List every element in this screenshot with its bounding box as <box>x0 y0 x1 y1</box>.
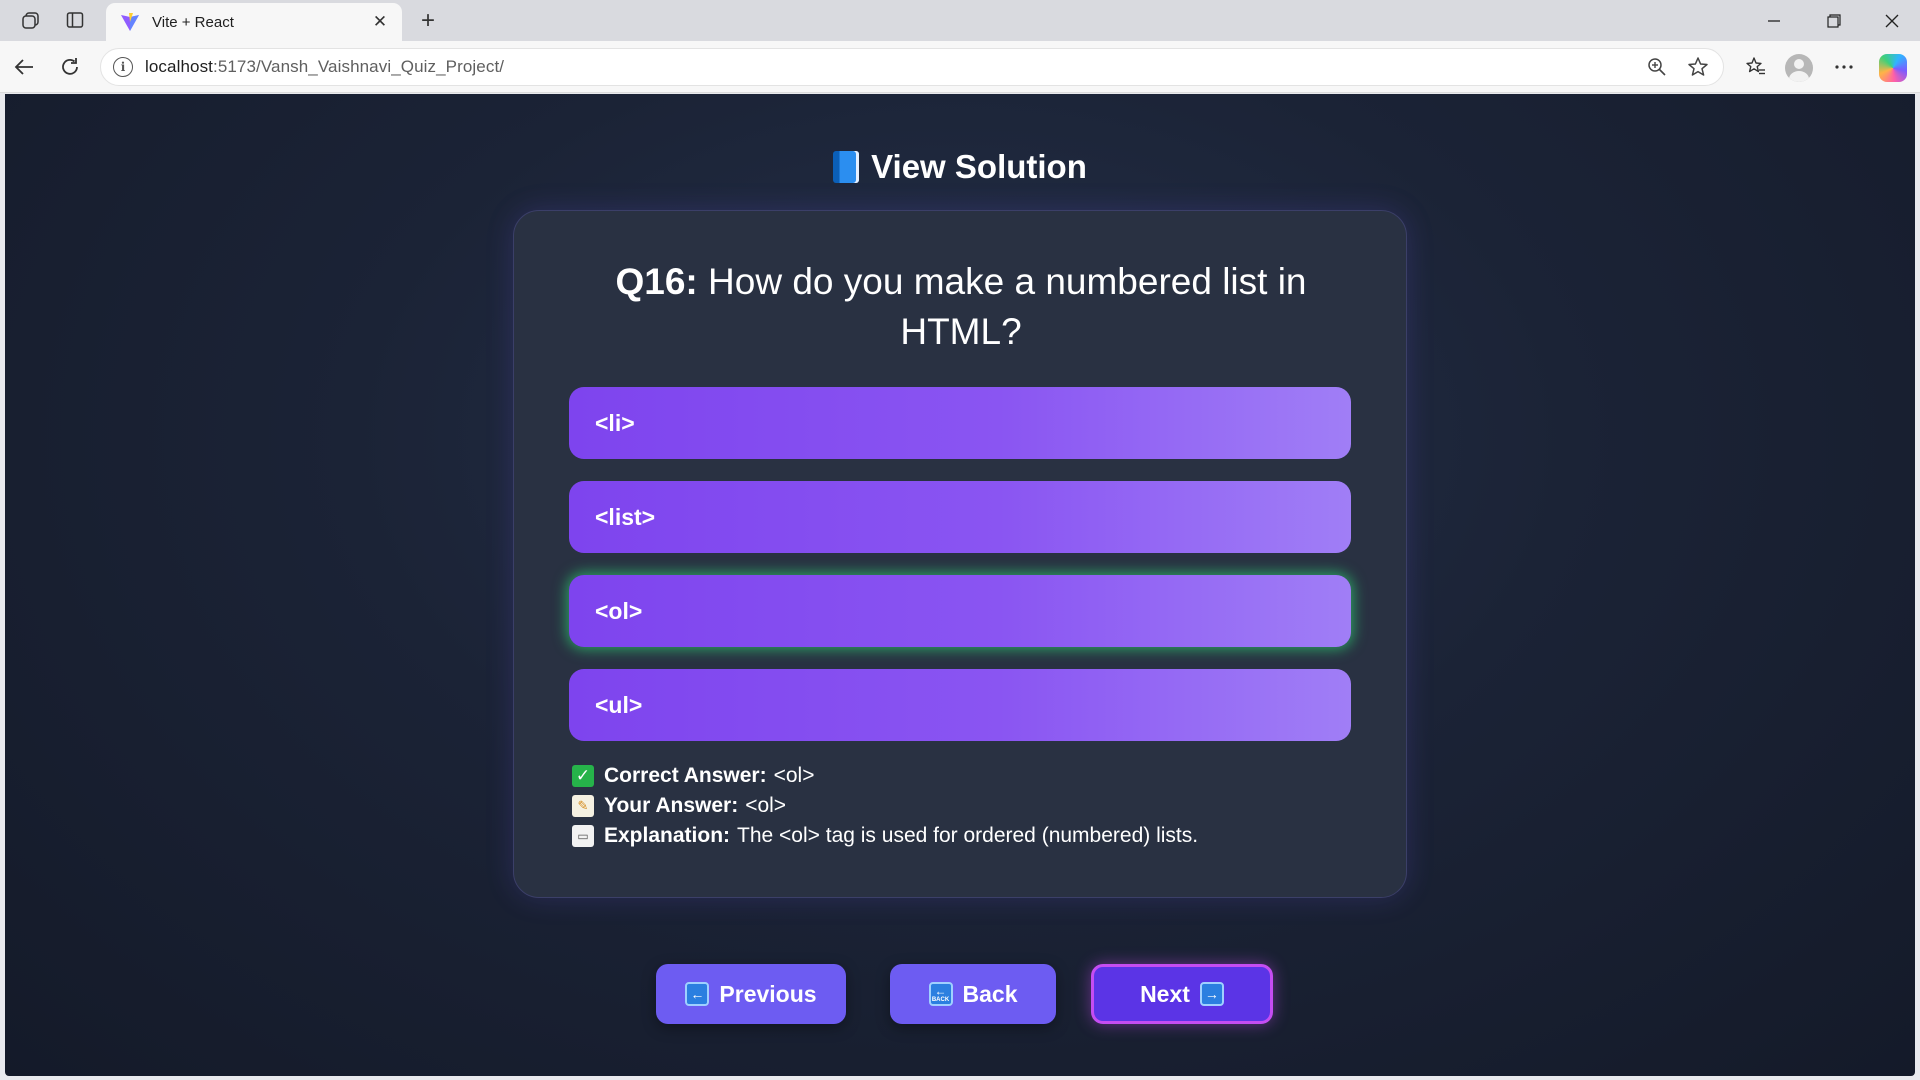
option-4[interactable]: <ul> <box>569 669 1351 741</box>
explanation-label: Explanation: <box>604 824 731 847</box>
explanation-row: ▭ Explanation: The <ol> tag is used for … <box>572 821 1198 851</box>
close-tab-icon[interactable]: ✕ <box>370 12 390 32</box>
open-book-icon: ▭ <box>572 825 594 847</box>
option-3-correct[interactable]: <ol> <box>569 575 1351 647</box>
option-label: <list> <box>595 503 656 530</box>
vite-logo-icon <box>120 12 140 32</box>
question-number: Q16: <box>615 261 698 302</box>
previous-label: Previous <box>719 980 817 1007</box>
your-answer-value: <ol> <box>745 794 787 817</box>
right-arrow-icon: → <box>1199 982 1224 1006</box>
favorites-icon[interactable] <box>1740 51 1772 83</box>
previous-button[interactable]: ← Previous <box>656 964 846 1024</box>
your-answer-label: Your Answer: <box>604 794 739 817</box>
new-tab-icon[interactable]: + <box>414 7 442 35</box>
correct-answer-value: <ol> <box>773 764 815 787</box>
browser-navbar: i localhost:5173/Vansh_Vaishnavi_Quiz_Pr… <box>0 41 1920 93</box>
book-icon <box>833 151 860 183</box>
browser-tabbar: Vite + React ✕ + <box>0 0 1920 41</box>
profile-avatar[interactable] <box>1785 54 1813 82</box>
window-bottom-edge <box>0 1076 1920 1080</box>
address-bar[interactable]: i localhost:5173/Vansh_Vaishnavi_Quiz_Pr… <box>100 48 1724 86</box>
more-options-icon[interactable] <box>1828 51 1860 83</box>
browser-tab-active[interactable]: Vite + React ✕ <box>106 3 402 41</box>
close-window-icon[interactable] <box>1864 4 1920 38</box>
back-arrow-icon[interactable] <box>8 51 40 83</box>
url-host: localhost <box>145 57 213 76</box>
memo-icon: ✎ <box>572 795 594 817</box>
page-viewport: View Solution Q16: How do you make a num… <box>5 94 1915 1076</box>
back-button[interactable]: ← BACK Back <box>890 964 1056 1024</box>
correct-answer-row: ✓ Correct Answer: <ol> <box>572 761 1198 791</box>
next-label: Next <box>1140 980 1190 1007</box>
url-path: :5173/Vansh_Vaishnavi_Quiz_Project/ <box>213 57 505 76</box>
explanation-value: The <ol> tag is used for ordered (number… <box>737 824 1199 847</box>
restore-icon[interactable] <box>1806 4 1862 38</box>
question-body: How do you make a numbered list in HTML? <box>708 261 1307 352</box>
url-text[interactable]: localhost:5173/Vansh_Vaishnavi_Quiz_Proj… <box>145 57 504 77</box>
option-2[interactable]: <list> <box>569 481 1351 553</box>
answer-details: ✓ Correct Answer: <ol> ✎ Your Answer: <o… <box>572 761 1198 851</box>
favorite-star-icon[interactable] <box>1683 52 1713 82</box>
zoom-icon[interactable] <box>1642 52 1672 82</box>
reload-icon[interactable] <box>54 51 86 83</box>
vertical-tabs-icon[interactable] <box>60 7 90 33</box>
left-arrow-icon: ← <box>685 982 710 1006</box>
question-text: Q16: How do you make a numbered list in … <box>554 257 1368 357</box>
back-label: Back <box>962 980 1018 1007</box>
copilot-icon[interactable] <box>1879 54 1907 82</box>
check-mark-icon: ✓ <box>572 765 594 787</box>
option-label: <li> <box>595 409 635 436</box>
option-label: <ul> <box>595 691 643 718</box>
minimize-icon[interactable] <box>1746 4 1802 38</box>
correct-answer-label: Correct Answer: <box>604 764 767 787</box>
back-arrow-emoji-icon: ← BACK <box>928 982 953 1006</box>
solution-card: Q16: How do you make a numbered list in … <box>513 210 1407 898</box>
page-title-text: View Solution <box>871 148 1087 185</box>
next-button[interactable]: Next → <box>1091 964 1273 1024</box>
option-label: <ol> <box>595 597 643 624</box>
workspaces-icon[interactable] <box>16 7 46 33</box>
your-answer-row: ✎ Your Answer: <ol> <box>572 791 1198 821</box>
site-info-icon[interactable]: i <box>113 57 133 77</box>
tab-title: Vite + React <box>152 13 234 31</box>
option-1[interactable]: <li> <box>569 387 1351 459</box>
page-title: View Solution <box>5 148 1915 186</box>
